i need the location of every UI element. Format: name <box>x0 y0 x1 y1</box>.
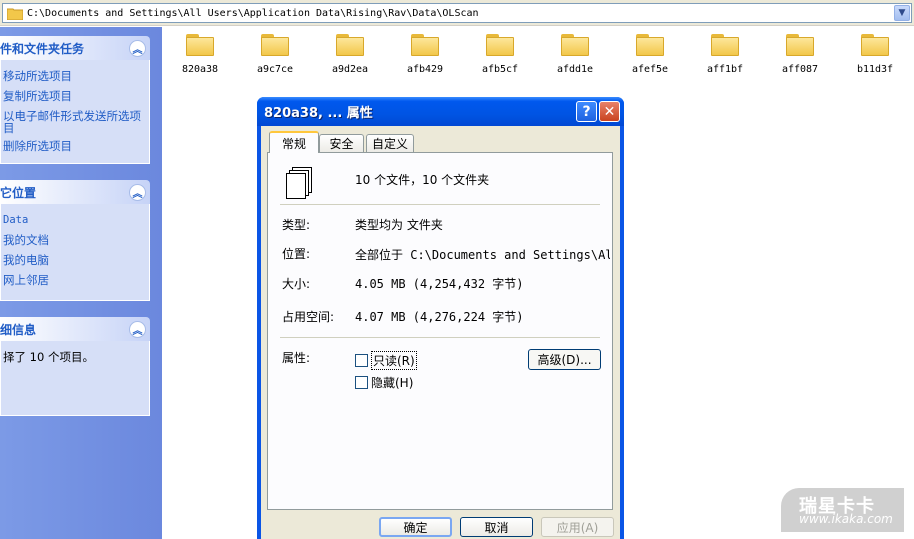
folder-icon <box>560 32 590 56</box>
folder-label: afdd1e <box>556 64 594 75</box>
move-items-link[interactable]: 移动所选项目 <box>3 66 149 86</box>
folder-icon <box>860 32 890 56</box>
readonly-checkbox-row[interactable]: 只读(R) <box>355 351 417 370</box>
file-tasks-body: 移动所选项目 复制所选项目 以电子邮件形式发送所选项目 删除所选项目 <box>0 60 150 164</box>
data-folder-link[interactable]: Data <box>3 210 149 230</box>
apply-button[interactable]: 应用(A) <box>541 517 614 537</box>
folder-icon <box>485 32 515 56</box>
folder-icon <box>185 32 215 56</box>
other-places-body: Data 我的文档 我的电脑 网上邻居 <box>0 204 150 301</box>
readonly-checkbox[interactable] <box>355 354 368 367</box>
cancel-button[interactable]: 取消 <box>460 517 533 537</box>
properties-dialog: 820a38, ... 属性 ? ✕ 常规 安全 自定义 10 个文件，10 个… <box>257 97 624 539</box>
location-label: 位置: <box>282 247 311 261</box>
file-tasks-header[interactable]: 件和文件夹任务 ︽ <box>0 36 150 60</box>
readonly-label[interactable]: 只读(R) <box>371 351 417 370</box>
tab-general[interactable]: 常规 <box>269 131 319 153</box>
size-label: 大小: <box>282 277 311 291</box>
folder-item[interactable]: a9d2ea <box>315 30 385 75</box>
folder-item[interactable]: afdd1e <box>540 30 610 75</box>
tab-custom[interactable]: 自定义 <box>366 134 414 152</box>
details-text: 择了 10 个项目。 <box>3 350 94 364</box>
folder-label: afb5cf <box>481 64 519 75</box>
tab-security[interactable]: 安全 <box>319 134 364 152</box>
details-panel: 细信息 ︽ 择了 10 个项目。 <box>0 317 150 416</box>
folder-grid: 820a38 a9c7ce a9d2ea afb429 afb5cf afdd1e afef… <box>165 30 914 85</box>
delete-items-link[interactable]: 删除所选项目 <box>3 136 149 156</box>
address-path[interactable]: C:\Documents and Settings\All Users\Appl… <box>27 8 894 19</box>
attributes-label: 属性: <box>282 351 311 365</box>
folder-label: afef5e <box>631 64 669 75</box>
panel-title: 件和文件夹任务 <box>0 41 85 56</box>
details-body: 择了 10 个项目。 <box>0 341 150 416</box>
multiple-files-icon <box>286 167 316 199</box>
folder-icon <box>6 7 24 20</box>
ok-button[interactable]: 确定 <box>379 517 452 537</box>
collapse-icon[interactable]: ︽ <box>129 39 146 57</box>
collapse-icon[interactable]: ︽ <box>129 183 146 201</box>
separator <box>280 337 600 338</box>
folder-item[interactable]: afb5cf <box>465 30 535 75</box>
other-places-header[interactable]: 它位置 ︽ <box>0 180 150 204</box>
watermark: 瑞星卡卡 www.ikaka.com <box>781 488 904 532</box>
collapse-icon[interactable]: ︽ <box>129 320 146 338</box>
help-icon[interactable]: ? <box>576 101 597 122</box>
folder-icon <box>260 32 290 56</box>
type-label: 类型: <box>282 218 311 232</box>
panel-title: 细信息 <box>0 322 37 337</box>
folder-icon <box>410 32 440 56</box>
separator <box>280 204 600 205</box>
type-value: 类型均为 文件夹 <box>355 218 443 232</box>
email-items-link[interactable]: 以电子邮件形式发送所选项目 <box>3 106 149 136</box>
folder-icon <box>785 32 815 56</box>
folder-label: a9c7ce <box>256 64 294 75</box>
file-tasks-panel: 件和文件夹任务 ︽ 移动所选项目 复制所选项目 以电子邮件形式发送所选项目 删除… <box>0 36 150 164</box>
chevron-down-icon[interactable]: ▼ <box>894 5 910 21</box>
panel-title: 它位置 <box>0 185 37 200</box>
copy-items-link[interactable]: 复制所选项目 <box>3 86 149 106</box>
folder-item[interactable]: 820a38 <box>165 30 235 75</box>
watermark-url: www.ikaka.com <box>799 512 893 526</box>
disk-size-label: 占用空间: <box>282 310 335 324</box>
my-documents-link[interactable]: 我的文档 <box>3 230 149 250</box>
folder-label: aff1bf <box>706 64 744 75</box>
folder-icon <box>335 32 365 56</box>
address-bar: C:\Documents and Settings\All Users\Appl… <box>0 0 914 26</box>
folder-item[interactable]: aff087 <box>765 30 835 75</box>
close-icon[interactable]: ✕ <box>599 101 620 122</box>
folder-item[interactable]: afb429 <box>390 30 460 75</box>
folder-item[interactable]: afef5e <box>615 30 685 75</box>
folder-item[interactable]: b11d3f <box>840 30 910 75</box>
folder-label: aff087 <box>781 64 819 75</box>
task-pane: 件和文件夹任务 ︽ 移动所选项目 复制所选项目 以电子邮件形式发送所选项目 删除… <box>0 27 162 539</box>
selection-summary: 10 个文件，10 个文件夹 <box>355 173 490 187</box>
dialog-title: 820a38, ... 属性 <box>264 106 373 121</box>
folder-icon <box>710 32 740 56</box>
dialog-client: 常规 安全 自定义 10 个文件，10 个文件夹 类型: 类型均为 文件夹 位置… <box>261 126 620 539</box>
my-computer-link[interactable]: 我的电脑 <box>3 250 149 270</box>
folder-item[interactable]: a9c7ce <box>240 30 310 75</box>
size-value: 4.05 MB (4,254,432 字节) <box>355 277 524 291</box>
hidden-checkbox[interactable] <box>355 376 368 389</box>
hidden-checkbox-row[interactable]: 隐藏(H) <box>355 374 413 391</box>
folder-item[interactable]: aff1bf <box>690 30 760 75</box>
folder-label: b11d3f <box>856 64 894 75</box>
network-places-link[interactable]: 网上邻居 <box>3 270 149 290</box>
folder-label: afb429 <box>406 64 444 75</box>
location-value: 全部位于 C:\Documents and Settings\All Us <box>355 248 610 262</box>
address-field[interactable]: C:\Documents and Settings\All Users\Appl… <box>2 3 912 23</box>
details-header[interactable]: 细信息 ︽ <box>0 317 150 341</box>
advanced-button[interactable]: 高级(D)... <box>528 349 601 370</box>
hidden-label[interactable]: 隐藏(H) <box>371 374 413 391</box>
general-tab-page: 10 个文件，10 个文件夹 类型: 类型均为 文件夹 位置: 全部位于 C:\… <box>267 152 613 510</box>
folder-icon <box>635 32 665 56</box>
disk-size-value: 4.07 MB (4,276,224 字节) <box>355 310 524 324</box>
other-places-panel: 它位置 ︽ Data 我的文档 我的电脑 网上邻居 <box>0 180 150 301</box>
dialog-titlebar[interactable]: 820a38, ... 属性 ? ✕ <box>257 97 624 126</box>
folder-label: 820a38 <box>181 64 219 75</box>
folder-label: a9d2ea <box>331 64 369 75</box>
